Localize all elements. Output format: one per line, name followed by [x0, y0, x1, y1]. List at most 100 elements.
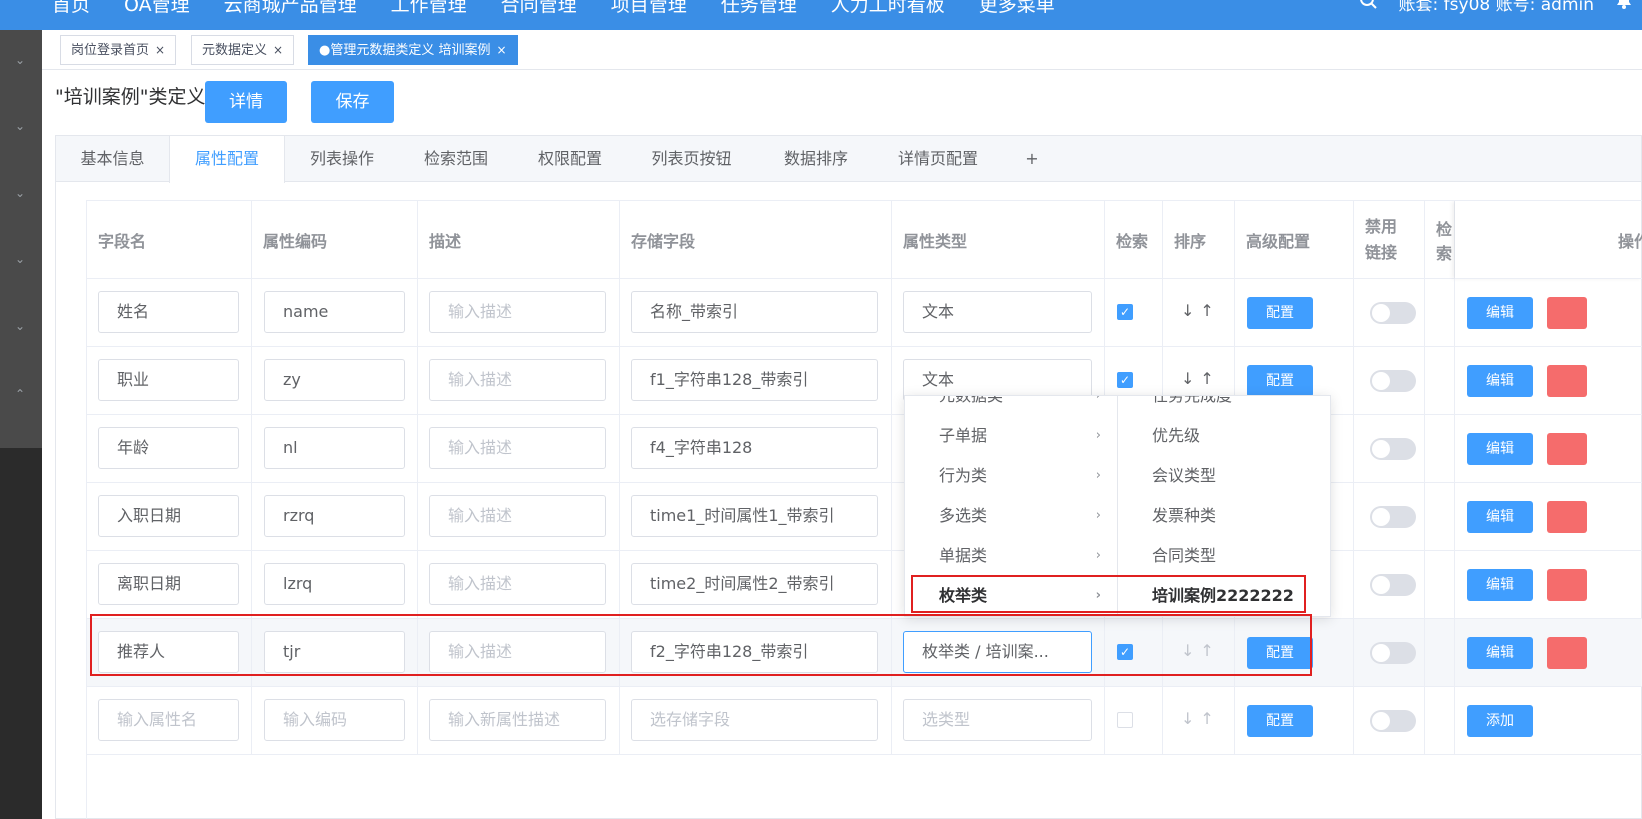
cascader-option[interactable]: 元数据类 › [905, 396, 1117, 416]
chevron-down-icon[interactable]: ⌄ [14, 54, 26, 66]
storage-field-select[interactable]: f4_字符串128 [631, 427, 878, 469]
page-tab-metadata[interactable]: 元数据定义 × [191, 35, 295, 65]
add-button[interactable]: 添加 [1467, 705, 1533, 737]
sort-arrows[interactable]: ↓↑ [1181, 709, 1220, 728]
tab-data-sort[interactable]: 数据排序 [756, 136, 876, 182]
nav-item-contract[interactable]: 合同管理 [501, 0, 577, 17]
cascader-option[interactable]: 单据类 › [905, 536, 1117, 576]
chevron-down-icon[interactable]: ⌄ [14, 253, 26, 265]
description-input[interactable]: 输入描述 [429, 359, 606, 401]
disable-link-switch[interactable] [1370, 506, 1416, 528]
edit-button[interactable]: 编辑 [1467, 501, 1533, 533]
description-input[interactable]: 输入描述 [429, 291, 606, 333]
nav-item-products[interactable]: 云商城产品管理 [224, 0, 357, 17]
search-checkbox[interactable]: ✓ [1117, 372, 1133, 388]
attribute-code-input[interactable]: nl [264, 427, 405, 469]
chevron-up-icon[interactable]: ⌃ [14, 388, 26, 400]
cascader-option[interactable]: 会议类型 [1118, 456, 1330, 496]
close-icon[interactable]: × [496, 43, 506, 57]
chevron-down-icon[interactable]: ⌄ [14, 187, 26, 199]
tab-basic-info[interactable]: 基本信息 [56, 136, 169, 182]
field-name-input[interactable]: 离职日期 [98, 563, 239, 605]
cascader-option[interactable]: 任务完成度 [1118, 396, 1330, 416]
storage-field-select[interactable]: time1_时间属性1_带索引 [631, 495, 878, 537]
attribute-type-select[interactable]: 选类型 [903, 699, 1092, 741]
sort-arrows[interactable]: ↓↑ [1181, 369, 1220, 388]
nav-item-oa[interactable]: OA管理 [124, 0, 190, 17]
chevron-down-icon[interactable]: ⌄ [14, 120, 26, 132]
description-input[interactable]: 输入描述 [429, 495, 606, 537]
tab-detail-config[interactable]: 详情页配置 [876, 136, 1000, 182]
search-icon[interactable] [1359, 0, 1377, 14]
cascader-option[interactable]: 合同类型 [1118, 536, 1330, 576]
config-button[interactable]: 配置 [1247, 297, 1313, 329]
attribute-code-input[interactable]: zy [264, 359, 405, 401]
description-input[interactable]: 输入新属性描述 [429, 699, 606, 741]
tab-search-scope[interactable]: 检索范围 [399, 136, 513, 182]
description-input[interactable]: 输入描述 [429, 427, 606, 469]
delete-button[interactable] [1547, 501, 1587, 533]
disable-link-switch[interactable] [1370, 302, 1416, 324]
edit-button[interactable]: 编辑 [1467, 297, 1533, 329]
save-button[interactable]: 保存 [311, 81, 394, 123]
bell-icon[interactable] [1616, 0, 1632, 14]
nav-item-hr[interactable]: 人力工时看板 [831, 0, 945, 17]
delete-button[interactable] [1547, 297, 1587, 329]
field-name-input[interactable]: 姓名 [98, 291, 239, 333]
disable-link-switch[interactable] [1370, 370, 1416, 392]
edit-button[interactable]: 编辑 [1467, 569, 1533, 601]
disable-link-switch[interactable] [1370, 642, 1416, 664]
attribute-code-input[interactable]: 输入编码 [264, 699, 405, 741]
tab-permissions[interactable]: 权限配置 [513, 136, 627, 182]
close-icon[interactable]: × [155, 43, 165, 57]
nav-item-project[interactable]: 项目管理 [611, 0, 687, 17]
page-tab-post-home[interactable]: 岗位登录首页 × [60, 35, 177, 65]
config-button[interactable]: 配置 [1247, 365, 1313, 397]
attribute-code-input[interactable]: name [264, 291, 405, 333]
page-tab-class-def[interactable]: ●管理元数据类定义 培训案例 × [308, 35, 518, 65]
edit-button[interactable]: 编辑 [1467, 637, 1533, 669]
storage-field-select[interactable]: f1_字符串128_带索引 [631, 359, 878, 401]
table-cell: 选类型 [892, 687, 1105, 755]
description-input[interactable]: 输入描述 [429, 563, 606, 605]
storage-field-select[interactable]: 选存储字段 [631, 699, 878, 741]
edit-button[interactable]: 编辑 [1467, 365, 1533, 397]
add-tab-button[interactable]: + [1000, 136, 1064, 182]
edit-button[interactable]: 编辑 [1467, 433, 1533, 465]
chevron-down-icon[interactable]: ⌄ [14, 320, 26, 332]
disable-link-switch[interactable] [1370, 438, 1416, 460]
sort-arrows[interactable]: ↓↑ [1181, 301, 1220, 320]
tab-list-buttons[interactable]: 列表页按钮 [627, 136, 756, 182]
tab-list-ops[interactable]: 列表操作 [285, 136, 399, 182]
storage-field-select[interactable]: time2_时间属性2_带索引 [631, 563, 878, 605]
attribute-code-input[interactable]: lzrq [264, 563, 405, 605]
attribute-code-input[interactable]: rzrq [264, 495, 405, 537]
disable-link-switch[interactable] [1370, 574, 1416, 596]
cascader-option[interactable]: 发票种类 [1118, 496, 1330, 536]
search-checkbox[interactable]: ✓ [1117, 304, 1133, 320]
close-icon[interactable]: × [273, 43, 283, 57]
delete-button[interactable] [1547, 365, 1587, 397]
delete-button[interactable] [1547, 569, 1587, 601]
cascader-option[interactable]: 多选类 › [905, 496, 1117, 536]
details-button[interactable]: 详情 [205, 81, 287, 123]
cascader-option[interactable]: 优先级 [1118, 416, 1330, 456]
nav-item-more[interactable]: 更多菜单 [979, 0, 1055, 17]
field-name-input[interactable]: 入职日期 [98, 495, 239, 537]
storage-field-select[interactable]: 名称_带索引 [631, 291, 878, 333]
nav-item-task[interactable]: 任务管理 [721, 0, 797, 17]
tab-attribute-config[interactable]: 属性配置 [169, 136, 285, 183]
nav-item-work[interactable]: 工作管理 [391, 0, 467, 17]
search-checkbox[interactable] [1117, 712, 1133, 728]
config-button[interactable]: 配置 [1247, 705, 1313, 737]
delete-button[interactable] [1547, 433, 1587, 465]
delete-button[interactable] [1547, 637, 1587, 669]
field-name-input[interactable]: 职业 [98, 359, 239, 401]
nav-item-home[interactable]: 首页 [52, 0, 90, 17]
disable-link-switch[interactable] [1370, 710, 1416, 732]
field-name-input[interactable]: 年龄 [98, 427, 239, 469]
field-name-input[interactable]: 输入属性名 [98, 699, 239, 741]
cascader-option[interactable]: 行为类 › [905, 456, 1117, 496]
attribute-type-select[interactable]: 文本 [903, 291, 1092, 333]
cascader-option[interactable]: 子单据 › [905, 416, 1117, 456]
